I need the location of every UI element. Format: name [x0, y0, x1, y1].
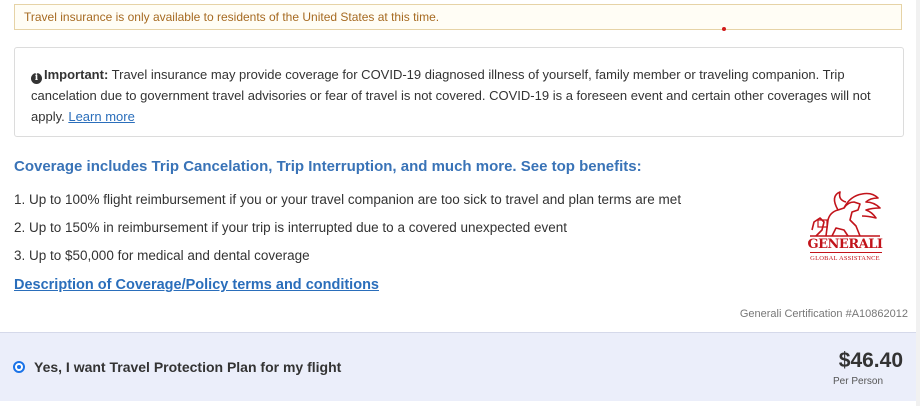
protection-plan-option[interactable]: Yes, I want Travel Protection Plan for m…: [0, 332, 920, 401]
benefit-item: 3. Up to $50,000 for medical and dental …: [14, 248, 310, 263]
info-icon: i: [31, 73, 42, 84]
logo-wordmark: GENERALI: [807, 237, 883, 252]
plan-price: $46.40: [838, 349, 903, 372]
logo-tagline: GLOBAL ASSISTANCE: [810, 255, 880, 262]
logo-divider: [810, 252, 882, 253]
learn-more-link[interactable]: Learn more: [68, 109, 134, 124]
policy-terms-link[interactable]: Description of Coverage/Policy terms and…: [14, 275, 379, 295]
certification-number: Generali Certification #A10862012: [739, 308, 908, 320]
covid-important-box: i Important: Travel insurance may provide…: [14, 47, 904, 137]
residency-notice-text: Travel insurance is only available to re…: [24, 10, 440, 24]
residency-notice: Travel insurance is only available to re…: [14, 4, 902, 30]
plan-option-label[interactable]: Yes, I want Travel Protection Plan for m…: [34, 358, 341, 376]
important-label: Important:: [44, 67, 109, 82]
price-unit: Per Person: [833, 376, 884, 387]
red-dot-marker: [722, 27, 726, 31]
benefit-item: 2. Up to 150% in reimbursement if your t…: [14, 220, 568, 235]
benefit-item: 1. Up to 100% flight reimbursement if yo…: [14, 192, 682, 207]
plan-radio-button[interactable]: [13, 361, 25, 373]
scrollbar-track[interactable]: [916, 0, 920, 406]
winged-lion-icon: [810, 191, 881, 237]
coverage-heading: Coverage includes Trip Cancelation, Trip…: [14, 158, 642, 175]
travel-insurance-section: Travel insurance is only available to re…: [0, 0, 920, 406]
important-text: Travel insurance may provide coverage fo…: [31, 67, 871, 124]
generali-logo: GENERALI GLOBAL ASSISTANCE: [800, 190, 890, 270]
